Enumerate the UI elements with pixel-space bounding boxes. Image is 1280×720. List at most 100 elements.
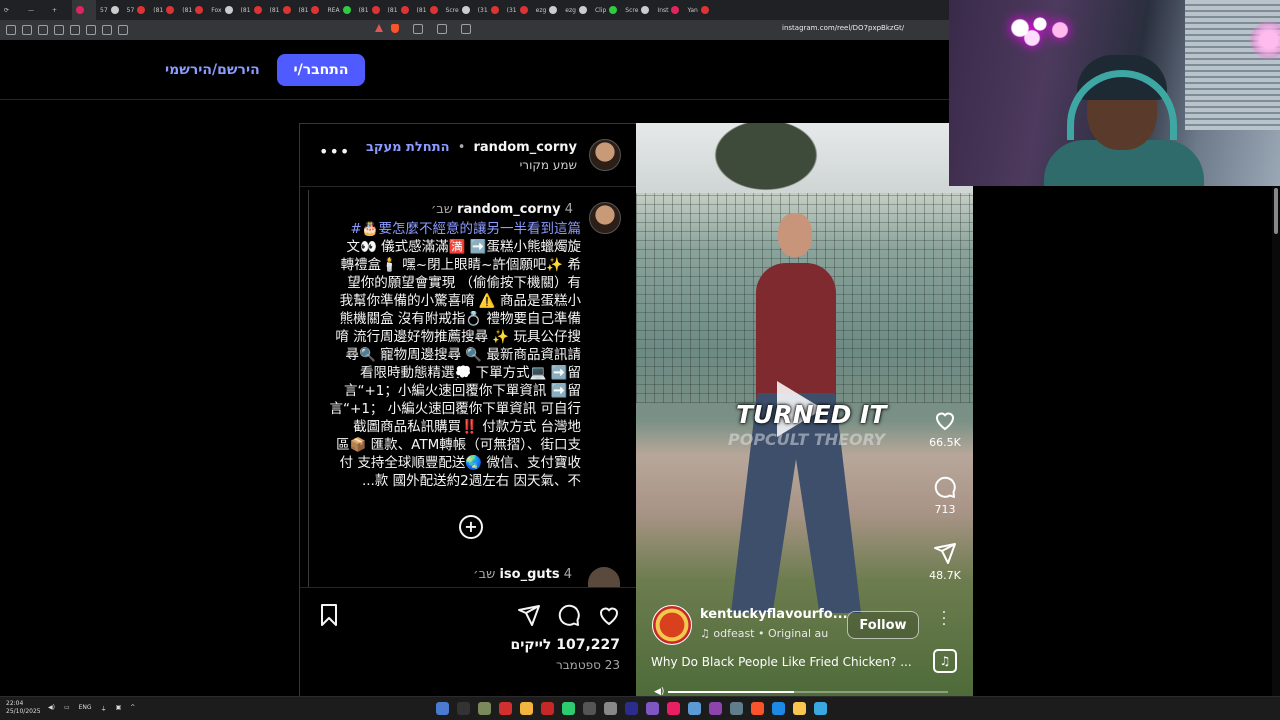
login-button[interactable]: התחבר/י [277, 54, 365, 86]
taskbar-app-icon[interactable] [583, 702, 596, 715]
windows-start-icon[interactable] [814, 702, 827, 715]
comments-scroll-area[interactable]: random_corny 4 שב׳ 要怎麼不經意的讓另一半看到這篇🎂# 文👀 … [308, 190, 629, 588]
microphone-icon[interactable]: ⏚ [101, 704, 107, 713]
zoom-icon[interactable] [437, 24, 447, 34]
taskbar-app-icon[interactable] [772, 702, 785, 715]
cast-icon[interactable] [461, 24, 471, 34]
forward-icon[interactable] [54, 25, 64, 35]
browser-tab[interactable]: (81 [413, 0, 442, 20]
browser-tab-instagram[interactable] [72, 0, 96, 20]
reel-caption[interactable]: Why Do Black People Like Fried Chicken? … [651, 655, 912, 669]
taskbar-app-icon[interactable] [541, 702, 554, 715]
shield-settings-icon[interactable] [22, 25, 32, 35]
browser-tab[interactable]: REA [323, 0, 354, 20]
minimize-tab-icon[interactable]: — [24, 0, 48, 20]
reel-follow-button[interactable]: Follow [847, 611, 919, 639]
reel-more-icon[interactable]: · · · [938, 606, 950, 632]
signup-link[interactable]: הירשם/הירשמי [165, 62, 260, 78]
file-explorer-icon[interactable] [793, 702, 806, 715]
comment-icon[interactable] [557, 603, 581, 627]
browser-tab[interactable]: ezg [532, 0, 562, 20]
volume-icon[interactable]: ◀) [48, 704, 55, 713]
browser-tab[interactable]: (81 [355, 0, 384, 20]
reel-comment-button[interactable]: 713 [925, 475, 965, 516]
scrollbar-thumb[interactable] [1274, 188, 1278, 234]
browser-tab[interactable]: Yan [683, 0, 712, 20]
like-count[interactable]: 107,227 לייקים [510, 637, 620, 653]
reel-author-avatar[interactable] [652, 605, 692, 645]
author-username[interactable]: random_corny [474, 140, 578, 155]
browser-tab[interactable]: (81 [237, 0, 266, 20]
media-icon[interactable] [86, 25, 96, 35]
browser-tab[interactable]: (81 [149, 0, 178, 20]
taskbar-app-icon[interactable] [562, 702, 575, 715]
load-more-comments-button[interactable]: + [459, 515, 483, 539]
taskbar-app-icon[interactable] [709, 702, 722, 715]
tab-label: (81 [416, 6, 427, 14]
tray-expand-icon[interactable]: ^ [130, 704, 135, 713]
save-bookmark-icon[interactable] [317, 603, 341, 627]
reel-video[interactable]: TURNED IT POPCULT THEORY 66.5K 713 48.7K… [636, 123, 973, 696]
caption-line[interactable]: 要怎麼不經意的讓另一半看到這篇🎂# [325, 220, 581, 238]
taskbar-app-icon[interactable] [478, 702, 491, 715]
brave-app-icon[interactable] [751, 702, 764, 715]
browser-tab[interactable]: (31 [503, 0, 532, 20]
original-audio-link[interactable]: שמע מקורי [520, 158, 577, 172]
reel-audio[interactable]: ♫ odfeast • Original au [700, 627, 828, 640]
taskbar-app-icon[interactable] [688, 702, 701, 715]
brave-shield-icon[interactable] [391, 24, 399, 33]
extensions-icon[interactable] [118, 25, 128, 35]
taskbar-app-icon[interactable] [604, 702, 617, 715]
url-field[interactable]: instagram.com/reel/DO7pxpBkzGt/ [782, 24, 904, 32]
commenter-username[interactable]: iso_guts [499, 567, 559, 582]
screenshot-icon[interactable] [102, 25, 112, 35]
taskbar-clock[interactable]: 22:04 25/10/2025 [6, 700, 41, 716]
follow-link[interactable]: התחלת מעקב [366, 140, 450, 155]
reload-icon[interactable] [70, 25, 80, 35]
browser-tab[interactable]: Scre [621, 0, 653, 20]
audio-page-icon[interactable]: ♫ [933, 649, 957, 673]
language-indicator[interactable]: ENG [79, 704, 92, 713]
like-heart-icon[interactable] [597, 603, 621, 627]
browser-menu-icon[interactable]: ⟳ [0, 0, 24, 20]
caption-author-username[interactable]: random_corny [457, 202, 561, 217]
taskbar-app-icon[interactable] [646, 702, 659, 715]
browser-tab[interactable]: Clip [591, 0, 621, 20]
taskbar-app-icon[interactable] [625, 702, 638, 715]
browser-tab[interactable]: 57 [123, 0, 150, 20]
reel-like-button[interactable]: 66.5K [925, 408, 965, 449]
browser-tab[interactable]: Scre [442, 0, 474, 20]
new-tab-button[interactable]: + [48, 0, 72, 20]
browser-tab[interactable]: ezg [561, 0, 591, 20]
caption-author-avatar[interactable] [589, 202, 621, 234]
taskbar-app-icon[interactable] [499, 702, 512, 715]
taskbar-app-icon[interactable] [667, 702, 680, 715]
taskbar-app-icon[interactable] [520, 702, 533, 715]
sidebar-icon[interactable] [6, 25, 16, 35]
browser-tab[interactable]: Inst [653, 0, 683, 20]
browser-tab[interactable]: 57 [96, 0, 123, 20]
network-icon[interactable]: ▭ [64, 704, 70, 713]
taskbar-app-icon[interactable] [457, 702, 470, 715]
taskbar-app-icon[interactable] [730, 702, 743, 715]
more-options-icon[interactable]: ••• [319, 142, 350, 161]
browser-tab[interactable]: (31 [474, 0, 503, 20]
browser-tab[interactable]: (81 [295, 0, 324, 20]
browser-tab[interactable]: Fox [207, 0, 236, 20]
mute-icon[interactable]: ◀) [654, 687, 664, 696]
browser-tab[interactable]: (81 [266, 0, 295, 20]
share-icon[interactable] [517, 603, 541, 627]
taskbar-app-icon[interactable] [436, 702, 449, 715]
page-scrollbar[interactable] [1272, 186, 1280, 696]
video-progress-bar[interactable] [668, 691, 948, 693]
reel-share-button[interactable]: 48.7K [925, 541, 965, 582]
post-date[interactable]: 23 ספטמבר [556, 658, 620, 672]
author-avatar[interactable] [589, 139, 621, 171]
usb-icon[interactable]: ▣ [116, 704, 122, 713]
browser-tab[interactable]: (81 [178, 0, 207, 20]
back-icon[interactable] [38, 25, 48, 35]
browser-tab[interactable]: (81 [384, 0, 413, 20]
reel-author-username[interactable]: kentuckyflavourfo... [700, 607, 848, 622]
rewards-icon[interactable] [413, 24, 423, 34]
warning-icon[interactable] [375, 24, 383, 32]
